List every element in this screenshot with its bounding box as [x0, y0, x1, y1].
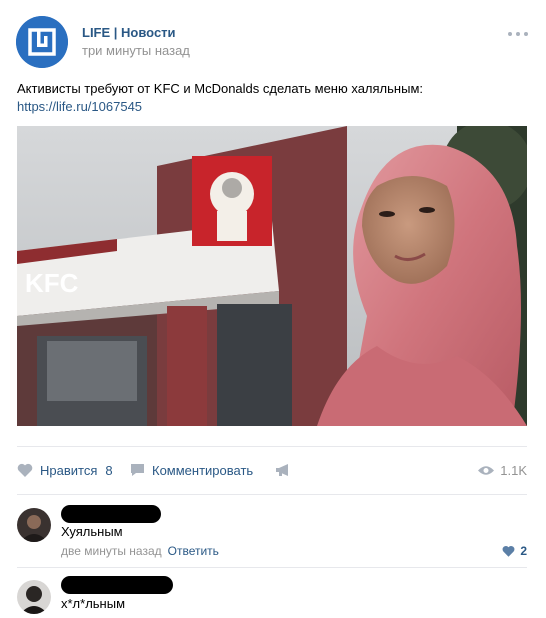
kfc-sign: KFC: [25, 268, 79, 298]
redacted-name: [61, 576, 173, 594]
divider: [17, 567, 527, 568]
heart-icon: [17, 463, 33, 477]
like-button[interactable]: Нравится 8: [17, 458, 113, 482]
redacted-name: [61, 505, 161, 523]
views-counter: 1.1K: [478, 458, 527, 482]
post-actions: Нравится 8 Комментировать 1.1K: [17, 458, 527, 482]
post-photo[interactable]: KFC: [17, 126, 527, 426]
comment-like-button[interactable]: 2: [502, 544, 527, 558]
like-count: 8: [105, 462, 113, 478]
kfc-sign-text: KFC: [25, 268, 79, 298]
comment-item: Хуяльным две минуты назад Ответить 2: [17, 505, 527, 558]
eye-icon: [478, 465, 495, 475]
megaphone-icon: [276, 464, 288, 476]
views-count: 1.1K: [500, 462, 527, 478]
divider: [17, 446, 527, 447]
photo-illustration: [17, 126, 527, 426]
more-options-icon[interactable]: [508, 32, 528, 38]
community-avatar[interactable]: [16, 16, 68, 68]
life-logo-icon: [16, 16, 68, 68]
comment-text: х*л*льным: [61, 596, 126, 611]
post-text: Активисты требуют от KFC и McDonalds сде…: [17, 81, 423, 96]
comment-time[interactable]: две минуты назад: [61, 544, 162, 558]
comment-meta: две минуты назад Ответить: [61, 544, 219, 558]
comment-text: Хуяльным: [61, 524, 123, 539]
share-button[interactable]: [275, 458, 298, 482]
comment-label: Комментировать: [152, 462, 254, 478]
divider: [17, 494, 527, 495]
comment-avatar[interactable]: [17, 508, 51, 542]
comment-like-count: 2: [520, 544, 527, 558]
like-label: Нравится: [40, 462, 98, 478]
heart-icon: [502, 546, 515, 557]
post-link[interactable]: https://life.ru/1067545: [17, 98, 142, 116]
post-author[interactable]: LIFE | Новости: [82, 25, 176, 40]
comment-avatar[interactable]: [17, 580, 51, 614]
comment-button[interactable]: Комментировать: [130, 458, 253, 482]
post-time[interactable]: три минуты назад: [82, 43, 190, 58]
comment-item: х*л*льным: [17, 576, 527, 618]
wall-post: LIFE | Новости три минуты назад Активист…: [0, 0, 546, 618]
reply-link[interactable]: Ответить: [168, 544, 219, 558]
comment-icon: [131, 464, 144, 476]
